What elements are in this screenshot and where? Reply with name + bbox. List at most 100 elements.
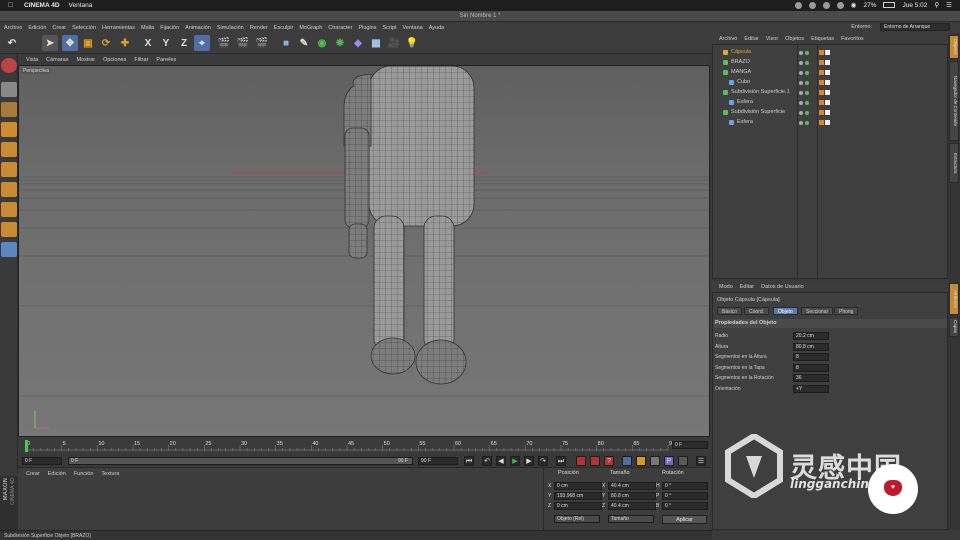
size-mode-select[interactable]: Tamaño bbox=[608, 515, 654, 523]
rotation-p-field[interactable]: 0 ° bbox=[662, 492, 708, 500]
mat-menu-crear[interactable]: Crear bbox=[26, 471, 40, 477]
object-name[interactable]: Cápsula bbox=[731, 47, 751, 57]
property-value-field[interactable]: 80.8 cm bbox=[793, 342, 829, 351]
layout-select[interactable]: Entorno de Arranque bbox=[880, 23, 950, 31]
mat-menu-edicion[interactable]: Edición bbox=[48, 471, 66, 477]
tab-phong[interactable]: Phong bbox=[834, 307, 859, 315]
battery-icon[interactable] bbox=[883, 2, 896, 8]
viewport-perspective[interactable]: Perspectiva bbox=[18, 65, 710, 437]
wifi-icon[interactable]: ◉ bbox=[851, 1, 857, 9]
end-frame-field[interactable]: 90 F bbox=[418, 457, 458, 465]
prev-key-icon[interactable]: ↶ bbox=[482, 456, 492, 466]
points-mode-icon[interactable] bbox=[1, 142, 17, 157]
object-row[interactable]: Subdivisión Superficie bbox=[713, 107, 947, 117]
search-icon[interactable]: ⚲ bbox=[934, 1, 939, 9]
record-icon[interactable] bbox=[576, 456, 586, 466]
coord-system-icon[interactable]: ⌖ bbox=[194, 35, 210, 51]
object-name[interactable]: Subdivisión Superficie.1 bbox=[731, 87, 790, 97]
status-icon[interactable] bbox=[822, 1, 830, 9]
app-menu[interactable]: CINEMA 4D bbox=[24, 2, 60, 9]
rotate-icon[interactable]: ⟳ bbox=[98, 35, 114, 51]
visibility-dots[interactable] bbox=[799, 99, 813, 105]
position-x-field[interactable]: 0 cm bbox=[554, 482, 602, 490]
object-tags[interactable] bbox=[819, 109, 835, 115]
menu-script[interactable]: Script bbox=[382, 25, 396, 31]
menu-render[interactable]: Render bbox=[250, 25, 268, 31]
axis-x-button[interactable]: X bbox=[140, 35, 156, 51]
status-icon[interactable] bbox=[808, 1, 816, 9]
om-menu-visor[interactable]: Visor bbox=[766, 36, 778, 42]
param-key-icon[interactable]: P bbox=[664, 456, 674, 466]
object-row[interactable]: Esfera bbox=[713, 117, 947, 127]
vp-menu-opciones[interactable]: Opciones bbox=[103, 57, 126, 63]
list-icon[interactable]: ☰ bbox=[946, 1, 952, 9]
object-row[interactable]: Esfera bbox=[713, 97, 947, 107]
tab-layers[interactable]: Capas bbox=[949, 317, 959, 337]
menu-edicion[interactable]: Edición bbox=[28, 25, 46, 31]
axis-mode-icon[interactable] bbox=[1, 202, 17, 217]
visibility-dots[interactable] bbox=[799, 69, 813, 75]
axis-y-button[interactable]: Y bbox=[158, 35, 174, 51]
menu-ventana[interactable]: Ventana bbox=[403, 25, 423, 31]
render-settings-icon[interactable]: 🎬 bbox=[254, 35, 270, 51]
texture-mode-icon[interactable] bbox=[1, 102, 17, 117]
object-row[interactable]: Cubo bbox=[713, 77, 947, 87]
object-name[interactable]: Esfera bbox=[737, 117, 753, 127]
apply-button[interactable]: Aplicar bbox=[662, 515, 707, 524]
menu-archivo[interactable]: Archivo bbox=[4, 25, 22, 31]
om-menu-objetos[interactable]: Objetos bbox=[785, 36, 804, 42]
om-menu-archivo[interactable]: Archivo bbox=[719, 36, 737, 42]
tab-coord[interactable]: Coord. bbox=[744, 307, 770, 315]
autokey-icon[interactable] bbox=[590, 456, 600, 466]
om-menu-editar[interactable]: Editar bbox=[744, 36, 758, 42]
subdivision-icon[interactable]: ◉ bbox=[314, 35, 330, 51]
menu-mograph[interactable]: MoGraph bbox=[299, 25, 322, 31]
coord-mode-select[interactable]: Objeto (Rel) bbox=[554, 515, 600, 523]
object-row[interactable]: BRAZO bbox=[713, 57, 947, 67]
object-name[interactable]: Cubo bbox=[737, 77, 750, 87]
select-arrow-icon[interactable]: ➤ bbox=[42, 35, 58, 51]
edges-mode-icon[interactable] bbox=[1, 162, 17, 177]
property-value-field[interactable]: 36 bbox=[793, 374, 829, 382]
menu-seleccion[interactable]: Selección bbox=[72, 25, 96, 31]
start-frame-field[interactable]: 0 F bbox=[22, 457, 62, 465]
tab-content-browser[interactable]: Navegador de Contenido bbox=[949, 61, 959, 141]
vp-menu-filtrar[interactable]: Filtrar bbox=[134, 57, 148, 63]
go-to-end-icon[interactable]: ⏭ bbox=[556, 456, 566, 466]
visibility-dots[interactable] bbox=[799, 89, 813, 95]
keyframe-selection-icon[interactable]: ? bbox=[604, 456, 614, 466]
vp-menu-camaras[interactable]: Cámaras bbox=[46, 57, 68, 63]
object-tags[interactable] bbox=[819, 99, 835, 105]
om-menu-favoritos[interactable]: Favoritos bbox=[841, 36, 864, 42]
bluetooth-icon[interactable] bbox=[836, 1, 844, 9]
object-name[interactable]: Esfera bbox=[737, 97, 753, 107]
position-key-icon[interactable] bbox=[622, 456, 632, 466]
move-icon[interactable]: ✥ bbox=[62, 35, 78, 51]
tab-basico[interactable]: Básico bbox=[717, 307, 743, 315]
visibility-dots[interactable] bbox=[799, 59, 813, 65]
play-icon[interactable]: ▶ bbox=[510, 456, 520, 466]
object-name[interactable]: BRAZO bbox=[731, 57, 750, 67]
position-z-field[interactable]: 0 cm bbox=[554, 502, 602, 510]
om-menu-etiquetas[interactable]: Etiquetas bbox=[811, 36, 834, 42]
menu-esculpir[interactable]: Esculpir bbox=[274, 25, 294, 31]
size-y-field[interactable]: 80.8 cm bbox=[608, 492, 656, 500]
status-icon[interactable] bbox=[794, 1, 802, 9]
menu-herramientas[interactable]: Herramientas bbox=[102, 25, 135, 31]
property-value-field[interactable]: +Y bbox=[793, 384, 829, 393]
rotation-key-icon[interactable] bbox=[650, 456, 660, 466]
object-tags[interactable] bbox=[819, 79, 835, 85]
object-row[interactable]: MANGA bbox=[713, 67, 947, 77]
apple-icon[interactable]:  bbox=[8, 2, 18, 9]
frame-range-slider[interactable]: 0 F 90 F bbox=[68, 457, 413, 465]
next-frame-icon[interactable]: ▶ bbox=[524, 456, 534, 466]
visibility-dots[interactable] bbox=[799, 119, 813, 125]
menu-malla[interactable]: Malla bbox=[141, 25, 154, 31]
menu-plugins[interactable]: Plugins bbox=[358, 25, 376, 31]
property-value-field[interactable]: 8 bbox=[793, 363, 829, 372]
floor-icon[interactable]: ▦ bbox=[368, 35, 384, 51]
undo-icon[interactable]: ↶ bbox=[4, 35, 20, 51]
object-tags[interactable] bbox=[819, 69, 835, 75]
scale-key-icon[interactable] bbox=[636, 456, 646, 466]
position-y-field[interactable]: 193.968 cm bbox=[554, 492, 602, 500]
